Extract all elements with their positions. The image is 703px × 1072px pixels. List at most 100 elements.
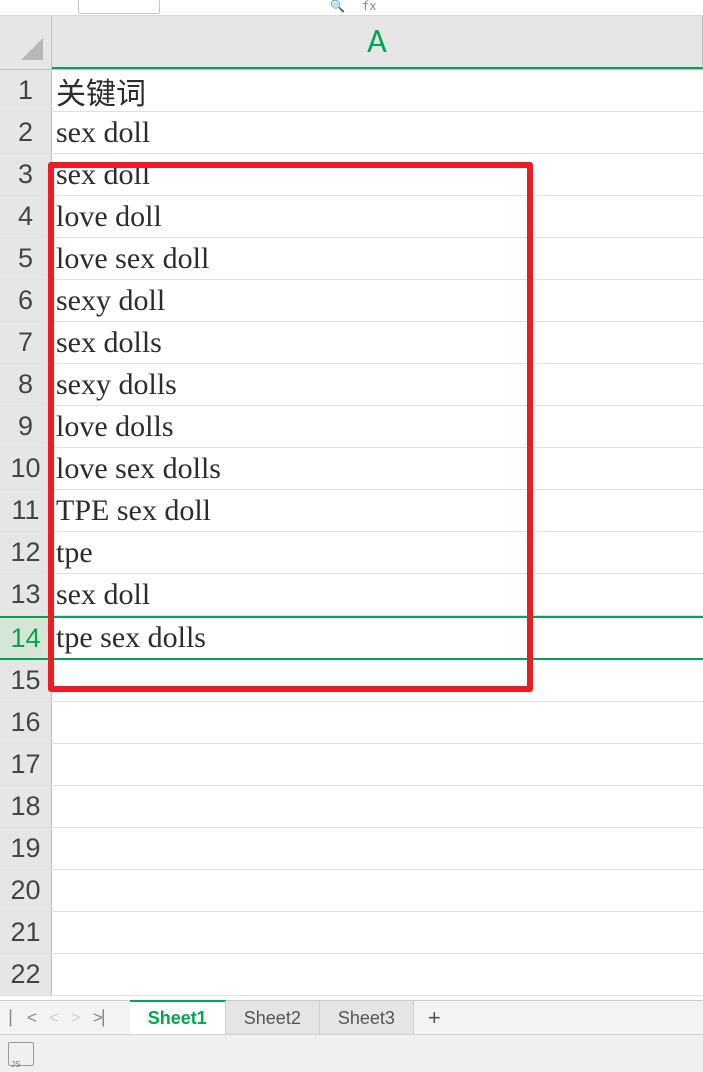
row-header-label: 7: [18, 327, 33, 358]
cell-A22[interactable]: [52, 954, 703, 995]
select-all-corner[interactable]: [0, 16, 52, 69]
cell-A9[interactable]: love dolls: [52, 406, 703, 447]
sheet-tabs-list: Sheet1 Sheet2 Sheet3: [130, 1001, 414, 1035]
macro-recorder-icon[interactable]: [8, 1042, 34, 1066]
row-header[interactable]: 20: [0, 870, 52, 911]
cell-value: love dolls: [56, 410, 174, 444]
row-header[interactable]: 12: [0, 532, 52, 573]
cell-A19[interactable]: [52, 828, 703, 869]
row-header[interactable]: 9: [0, 406, 52, 447]
cell-A21[interactable]: [52, 912, 703, 953]
row-header[interactable]: 8: [0, 364, 52, 405]
cell-value: sex doll: [56, 578, 150, 612]
row-header-label: 13: [10, 579, 40, 610]
row-header[interactable]: 15: [0, 660, 52, 701]
tab-sheet1[interactable]: Sheet1: [130, 1000, 226, 1035]
cell-A7[interactable]: sex dolls: [52, 322, 703, 363]
row-header[interactable]: 17: [0, 744, 52, 785]
cell-A15[interactable]: [52, 660, 703, 701]
row-header[interactable]: 19: [0, 828, 52, 869]
row-header[interactable]: 22: [0, 954, 52, 995]
table-row: 13 sex doll: [0, 574, 703, 616]
cell-value: tpe sex dolls: [56, 621, 206, 655]
row-header[interactable]: 2: [0, 112, 52, 153]
fx-icon[interactable]: fx: [362, 0, 376, 13]
row-header[interactable]: 3: [0, 154, 52, 195]
row-header[interactable]: 14: [0, 618, 52, 658]
tab-sheet2[interactable]: Sheet2: [226, 1001, 320, 1035]
row-header-label: 16: [10, 707, 40, 738]
table-row: 7 sex dolls: [0, 322, 703, 364]
row-header-label: 6: [18, 285, 33, 316]
row-header[interactable]: 6: [0, 280, 52, 321]
table-row: 9love dolls: [0, 406, 703, 448]
cell-A12[interactable]: tpe: [52, 532, 703, 573]
cell-A11[interactable]: TPE sex doll: [52, 490, 703, 531]
row-header[interactable]: 10: [0, 448, 52, 489]
cell-A18[interactable]: [52, 786, 703, 827]
column-header-row: A: [0, 16, 703, 70]
table-row: 19: [0, 828, 703, 870]
cell-A2[interactable]: sex doll: [52, 112, 703, 153]
cell-value: TPE sex doll: [56, 494, 211, 528]
row-header-label: 12: [10, 537, 40, 568]
row-header-label: 2: [18, 117, 33, 148]
status-bar: [0, 1034, 703, 1072]
spreadsheet-grid[interactable]: A 1关键词2sex doll3sex doll4love doll5love …: [0, 16, 703, 996]
cell-A8[interactable]: sexy dolls: [52, 364, 703, 405]
cell-value: love sex doll: [56, 242, 209, 276]
cell-value: sexy doll: [56, 284, 165, 318]
tabs-next-icon[interactable]: >: [71, 1008, 81, 1028]
row-header[interactable]: 18: [0, 786, 52, 827]
row-header[interactable]: 13: [0, 574, 52, 615]
tab-label: Sheet1: [148, 1008, 207, 1029]
column-header-A[interactable]: A: [52, 16, 703, 69]
table-row: 4 love doll: [0, 196, 703, 238]
table-row: 15: [0, 660, 703, 702]
row-header-label: 20: [10, 875, 40, 906]
tabs-first-icon[interactable]: ⎸<: [10, 1008, 37, 1028]
cell-A10[interactable]: love sex dolls: [52, 448, 703, 489]
table-row: 17: [0, 744, 703, 786]
add-sheet-button[interactable]: +: [414, 1001, 455, 1035]
cell-A1[interactable]: 关键词: [52, 70, 703, 111]
cell-A3[interactable]: sex doll: [52, 154, 703, 195]
tab-label: Sheet2: [244, 1008, 301, 1029]
row-header-label: 8: [18, 369, 33, 400]
cell-value: sex doll: [56, 116, 150, 150]
cell-A4[interactable]: love doll: [52, 196, 703, 237]
table-row: 3sex doll: [0, 154, 703, 196]
cell-A13[interactable]: sex doll: [52, 574, 703, 615]
row-header[interactable]: 4: [0, 196, 52, 237]
name-box[interactable]: [78, 0, 160, 14]
row-header[interactable]: 21: [0, 912, 52, 953]
row-header[interactable]: 7: [0, 322, 52, 363]
tabs-prev-icon[interactable]: <: [49, 1008, 59, 1028]
tab-sheet3[interactable]: Sheet3: [320, 1001, 414, 1035]
cell-A17[interactable]: [52, 744, 703, 785]
cell-value: tpe: [56, 536, 93, 570]
table-row: 5love sex doll: [0, 238, 703, 280]
cell-A20[interactable]: [52, 870, 703, 911]
table-row: 20: [0, 870, 703, 912]
row-header-label: 19: [10, 833, 40, 864]
table-row: 10 love sex dolls: [0, 448, 703, 490]
row-header[interactable]: 11: [0, 490, 52, 531]
tabs-last-icon[interactable]: >⎸: [93, 1008, 120, 1028]
cell-A14[interactable]: tpe sex dolls: [52, 618, 703, 658]
row-header[interactable]: 16: [0, 702, 52, 743]
table-row: 14tpe sex dolls: [0, 616, 703, 660]
select-all-triangle-icon: [21, 38, 43, 60]
row-header-label: 10: [10, 453, 40, 484]
sheet-tabs-nav: ⎸< < > >⎸: [0, 1001, 130, 1035]
row-header[interactable]: 5: [0, 238, 52, 279]
row-header-label: 15: [10, 665, 40, 696]
cell-A6[interactable]: sexy doll: [52, 280, 703, 321]
search-icon[interactable]: 🔍: [330, 0, 345, 14]
table-row: 18: [0, 786, 703, 828]
cell-A16[interactable]: [52, 702, 703, 743]
cell-A5[interactable]: love sex doll: [52, 238, 703, 279]
row-header-label: 4: [18, 201, 33, 232]
row-header[interactable]: 1: [0, 70, 52, 111]
row-header-label: 11: [11, 495, 39, 526]
